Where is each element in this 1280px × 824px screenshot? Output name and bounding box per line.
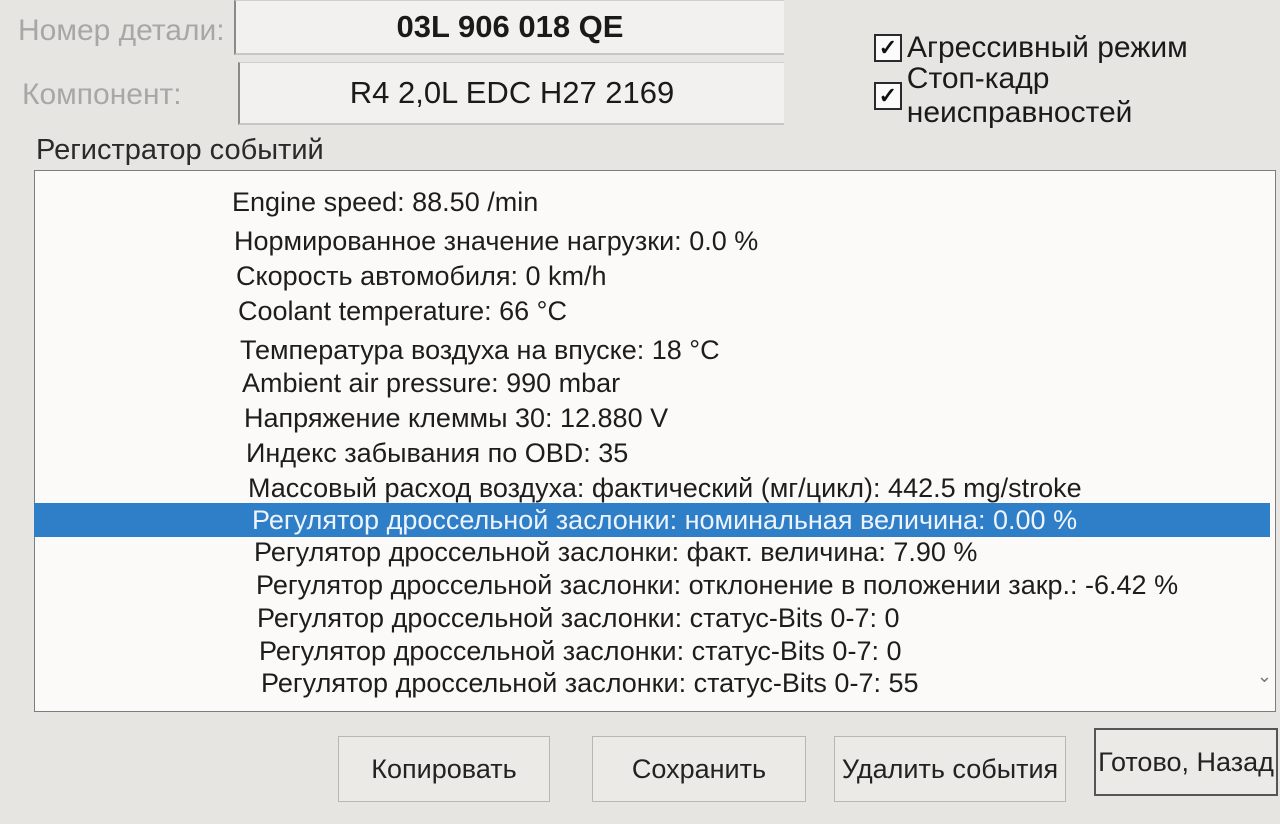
done-back-button[interactable]: Готово, Назад bbox=[1094, 728, 1278, 796]
save-button[interactable]: Сохранить bbox=[592, 736, 806, 802]
part-number-label: Номер детали: bbox=[18, 14, 225, 47]
delete-events-button[interactable]: Удалить события bbox=[834, 736, 1066, 802]
list-item[interactable]: Скорость автомобиля: 0 km/h bbox=[236, 259, 606, 293]
list-item[interactable]: Регулятор дроссельной заслонки: отклонен… bbox=[256, 568, 1178, 602]
list-item-selected[interactable]: Регулятор дроссельной заслонки: номиналь… bbox=[252, 503, 1077, 537]
scroll-down-icon[interactable]: ⌄ bbox=[1257, 666, 1272, 687]
list-item[interactable]: Регулятор дроссельной заслонки: статус-B… bbox=[259, 634, 901, 668]
aggressive-mode-label: Агрессивный режим bbox=[907, 31, 1188, 64]
list-item[interactable]: Массовый расход воздуха: фактический (мг… bbox=[248, 471, 1082, 505]
list-item[interactable]: Напряжение клеммы 30: 12.880 V bbox=[244, 401, 668, 435]
list-item[interactable]: Температура воздуха на впуске: 18 °C bbox=[240, 333, 720, 367]
freeze-frame-checkbox[interactable]: ✓ Стоп-кадр неисправностей bbox=[874, 62, 1280, 129]
list-item[interactable]: Нормированное значение нагрузки: 0.0 % bbox=[234, 224, 758, 258]
aggressive-mode-checkbox-box[interactable]: ✓ bbox=[874, 34, 902, 62]
list-item[interactable]: Регулятор дроссельной заслонки: статус-B… bbox=[257, 601, 899, 635]
event-logger-title: Регистратор событий bbox=[36, 134, 324, 166]
list-item[interactable]: Регулятор дроссельной заслонки: статус-B… bbox=[261, 666, 919, 700]
component-label: Компонент: bbox=[22, 78, 182, 111]
part-number-field: 03L 906 018 QE bbox=[234, 0, 784, 55]
freeze-frame-checkbox-box[interactable]: ✓ bbox=[874, 82, 902, 110]
component-field: R4 2,0L EDC H27 2169 bbox=[238, 62, 784, 125]
list-item[interactable]: Регулятор дроссельной заслонки: факт. ве… bbox=[254, 535, 977, 569]
copy-button[interactable]: Копировать bbox=[338, 736, 550, 802]
list-item[interactable]: Ambient air pressure: 990 mbar bbox=[242, 366, 620, 400]
list-item[interactable]: Coolant temperature: 66 °C bbox=[238, 294, 567, 328]
freeze-frame-label: Стоп-кадр неисправностей bbox=[906, 62, 1133, 129]
list-item[interactable]: Индекс забывания по OBD: 35 bbox=[246, 436, 628, 470]
list-item[interactable]: Engine speed: 88.50 /min bbox=[232, 185, 538, 219]
